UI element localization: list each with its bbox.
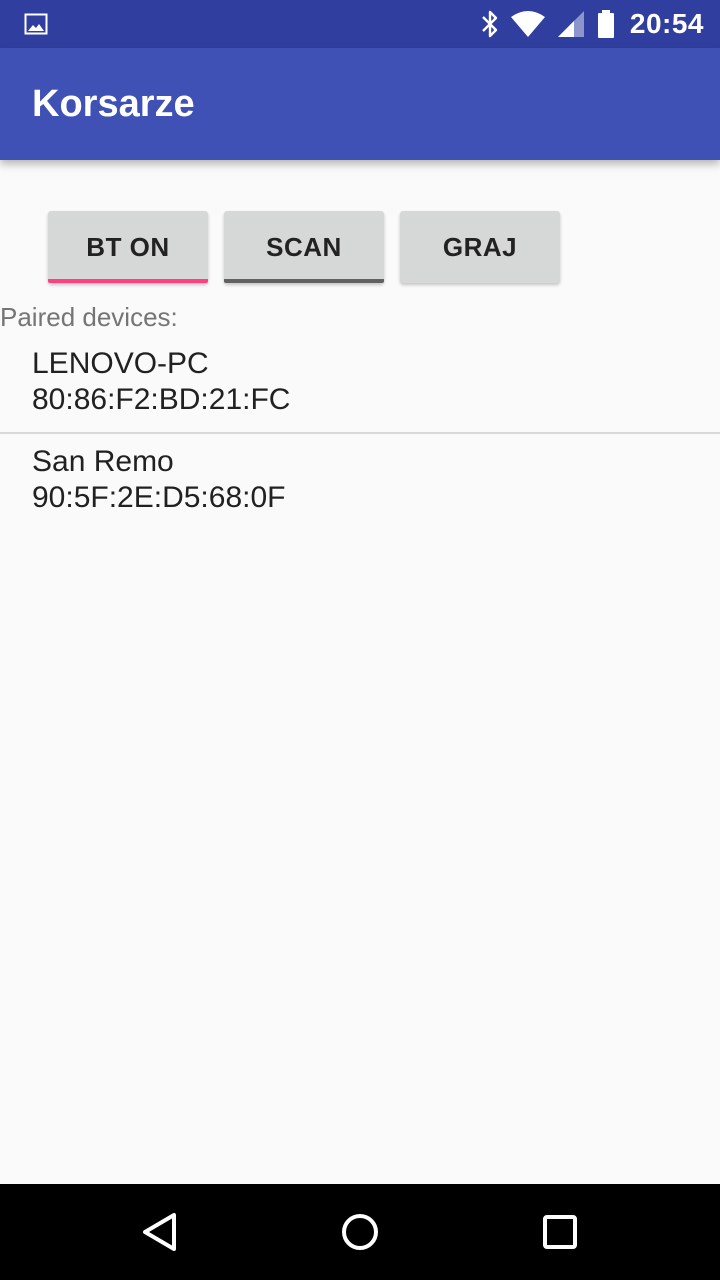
scan-button[interactable]: SCAN: [224, 211, 384, 283]
battery-icon: [597, 10, 614, 38]
gallery-icon: [24, 13, 48, 35]
device-mac-address: 80:86:F2:BD:21:FC: [32, 383, 291, 416]
device-item-lenovo-pc[interactable]: LENOVO-PC 80:86:F2:BD:21:FC: [0, 336, 720, 432]
device-name: San Remo: [32, 445, 174, 478]
wifi-icon: [510, 11, 545, 37]
navigation-bar: [0, 1184, 720, 1280]
device-name: LENOVO-PC: [32, 347, 209, 380]
scan-button-underline: [224, 279, 384, 283]
paired-devices-label: Paired devices:: [0, 302, 178, 332]
signal-icon: [557, 11, 584, 37]
device-item-san-remo[interactable]: San Remo 90:5F:2E:D5:68:0F: [0, 434, 720, 530]
bt-on-button-underline: [48, 279, 208, 283]
status-bar: 20:54: [0, 0, 720, 48]
status-time: 20:54: [629, 8, 704, 39]
status-icons: 20:54: [470, 0, 704, 48]
graj-button-label: GRAJ: [442, 231, 518, 262]
bt-on-button-label: BT ON: [86, 231, 170, 262]
bt-on-button[interactable]: BT ON: [48, 211, 208, 283]
home-icon[interactable]: [336, 1208, 384, 1256]
scan-button-label: SCAN: [266, 231, 342, 262]
device-list: LENOVO-PC 80:86:F2:BD:21:FC San Remo 90:…: [0, 336, 720, 530]
bluetooth-icon: [482, 10, 498, 38]
graj-button[interactable]: GRAJ: [400, 211, 560, 283]
app-bar: Korsarze: [0, 48, 720, 160]
recents-icon[interactable]: [536, 1208, 584, 1256]
app-title: Korsarze: [32, 83, 195, 125]
device-mac-address: 90:5F:2E:D5:68:0F: [32, 481, 286, 514]
back-icon[interactable]: [136, 1208, 184, 1256]
